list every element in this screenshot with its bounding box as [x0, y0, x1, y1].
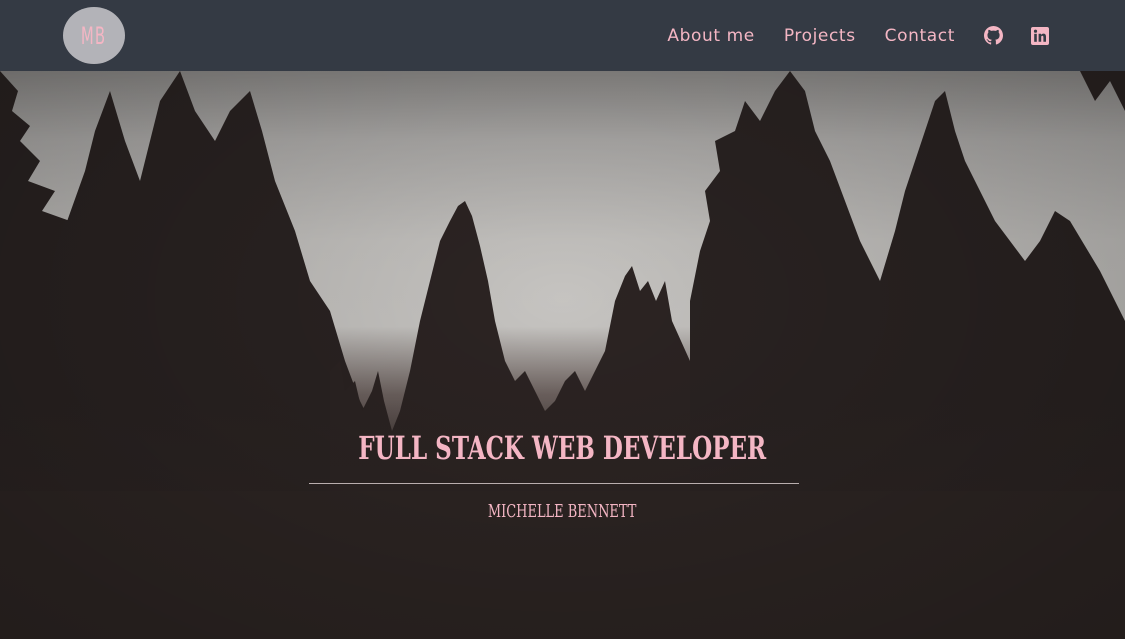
- nav-links: About me Projects Contact: [667, 0, 1049, 71]
- hero-section: FULL STACK WEB DEVELOPER MICHELLE BENNET…: [0, 71, 1125, 639]
- hero-subtitle: MICHELLE BENNETT: [0, 500, 1125, 524]
- logo-text: MB: [81, 21, 107, 50]
- nav-link-contact[interactable]: Contact: [885, 26, 955, 46]
- github-icon[interactable]: [984, 26, 1003, 45]
- hero-divider: [309, 483, 799, 484]
- hero-subtitle-text: MICHELLE BENNETT: [488, 501, 637, 522]
- hero-title-text: FULL STACK WEB DEVELOPER: [358, 429, 767, 467]
- nav-link-projects[interactable]: Projects: [784, 26, 856, 46]
- linkedin-icon[interactable]: [1030, 26, 1049, 45]
- hero-vignette: [0, 71, 1125, 639]
- hero-title: FULL STACK WEB DEVELOPER: [0, 426, 1125, 470]
- nav-link-about[interactable]: About me: [667, 26, 754, 46]
- logo-link[interactable]: MB: [63, 7, 125, 64]
- navbar: MB About me Projects Contact: [0, 0, 1125, 71]
